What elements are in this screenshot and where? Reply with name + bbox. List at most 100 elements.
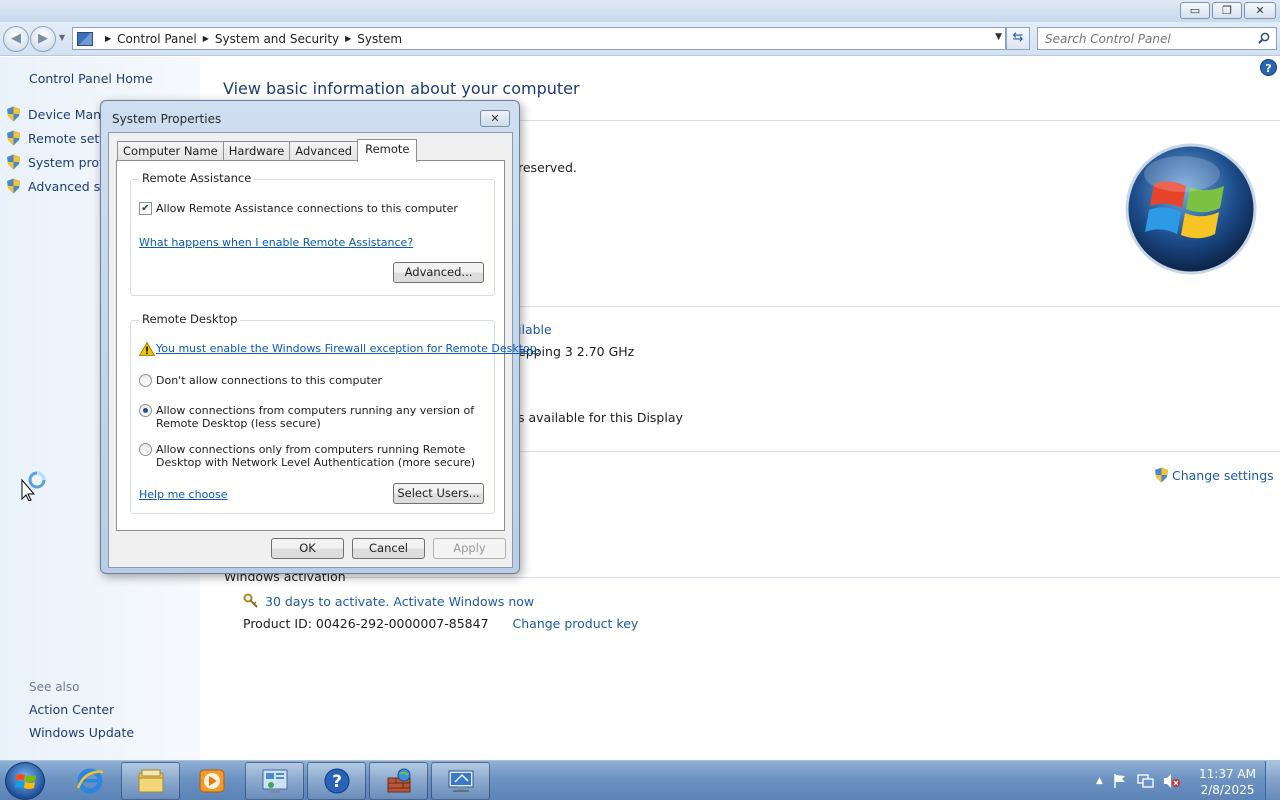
taskbar-firewall[interactable] — [369, 762, 428, 800]
advanced-button[interactable]: Advanced... — [393, 262, 484, 283]
copyright-text: reserved. — [518, 160, 577, 175]
radio-button-selected-icon[interactable] — [139, 404, 152, 417]
action-center-flag-icon[interactable] — [1112, 773, 1128, 789]
window-titlebar: ▭ ❐ ✕ — [0, 0, 1280, 22]
product-id-row: Product ID: 00426-292-0000007-85847 Chan… — [243, 616, 638, 631]
breadcrumb-system-and-security[interactable]: System and Security — [215, 32, 339, 46]
svg-text:?: ? — [332, 772, 342, 792]
search-input[interactable] — [1038, 28, 1248, 49]
remote-assistance-help-link[interactable]: What happens when I enable Remote Assist… — [139, 236, 413, 249]
breadcrumb-control-panel[interactable]: Control Panel — [117, 32, 197, 46]
warning-icon — [139, 342, 155, 356]
change-product-key-link[interactable]: Change product key — [513, 616, 639, 631]
allow-any-version-line2: Remote Desktop (less secure) — [156, 417, 321, 430]
breadcrumb-arrow-icon[interactable]: ▶ — [105, 34, 111, 43]
shield-icon — [1155, 467, 1168, 483]
page-title: View basic information about your comput… — [223, 79, 580, 98]
divider — [330, 577, 1280, 578]
remote-assistance-label: Remote Assistance — [139, 171, 255, 185]
key-icon — [243, 593, 258, 608]
tab-advanced[interactable]: Advanced — [289, 141, 359, 161]
taskbar-control-panel[interactable] — [245, 762, 304, 800]
search-icon[interactable] — [1258, 32, 1270, 44]
taskbar-help[interactable]: ? — [307, 762, 366, 800]
restore-button[interactable]: ❐ — [1212, 2, 1242, 19]
close-button[interactable]: ✕ — [1244, 2, 1276, 19]
ok-button[interactable]: OK — [271, 538, 344, 559]
breadcrumb-system[interactable]: System — [357, 32, 402, 46]
windows-update-link[interactable]: Windows Update — [29, 725, 134, 740]
allow-any-version-radio[interactable]: Allow connections from computers running… — [139, 404, 474, 430]
firewall-exception-link[interactable]: You must enable the Windows Firewall exc… — [156, 342, 540, 355]
dialog-title: System Properties — [112, 112, 222, 126]
clock-time: 11:37 AM — [1199, 767, 1256, 781]
show-desktop-button[interactable] — [1265, 761, 1280, 800]
divider — [520, 120, 1280, 121]
address-dropdown-icon[interactable]: ▼ — [995, 32, 1002, 42]
busy-cursor-icon — [21, 471, 46, 501]
allow-any-version-line1: Allow connections from computers running… — [156, 404, 475, 417]
radio-button-icon[interactable] — [139, 374, 152, 387]
taskbar-windows-explorer[interactable] — [121, 762, 180, 800]
firewall-warning-row: You must enable the Windows Firewall exc… — [139, 342, 540, 356]
help-me-choose-link[interactable]: Help me choose — [139, 488, 228, 501]
address-bar[interactable]: ▶ Control Panel ▶ System and Security ▶ … — [72, 27, 1006, 50]
allow-remote-assistance-checkbox[interactable]: ✔ Allow Remote Assistance connections to… — [139, 202, 458, 215]
help-support-icon: ? — [324, 768, 349, 794]
select-users-button[interactable]: Select Users... — [393, 483, 484, 504]
navigation-bar: ◀ ▶ ▼ ▶ Control Panel ▶ System and Secur… — [0, 22, 1280, 56]
system-clock[interactable]: 11:37 AM 2/8/2025 — [1199, 766, 1256, 798]
volume-muted-icon[interactable] — [1163, 773, 1181, 789]
tab-remote[interactable]: Remote — [357, 139, 418, 162]
activate-windows-link[interactable]: 30 days to activate. Activate Windows no… — [243, 593, 534, 609]
control-panel-icon — [77, 31, 93, 46]
forward-button[interactable]: ▶ — [30, 26, 56, 52]
see-also-heading: See also — [29, 680, 80, 694]
firewall-icon — [387, 768, 410, 793]
taskbar-internet-explorer[interactable] — [60, 762, 119, 800]
radio-button-icon[interactable] — [139, 443, 152, 456]
network-icon[interactable] — [1137, 773, 1154, 789]
refresh-button[interactable]: ⇆ — [1006, 27, 1030, 50]
minimize-button[interactable]: ▭ — [1180, 2, 1210, 19]
allow-remote-assistance-label: Allow Remote Assistance connections to t… — [156, 202, 458, 215]
dialog-body: Computer Name Hardware Advanced Remote R… — [108, 132, 540, 568]
cancel-button[interactable]: Cancel — [352, 538, 425, 559]
advanced-system-settings-link[interactable]: Advanced sys — [6, 178, 114, 194]
allow-nla-radio[interactable]: Allow connections only from computers ru… — [139, 443, 475, 469]
checkbox-checked-icon[interactable]: ✔ — [139, 202, 152, 215]
help-icon[interactable]: ? — [1260, 59, 1277, 76]
breadcrumb-arrow-icon[interactable]: ▶ — [345, 34, 351, 43]
apply-button[interactable]: Apply — [433, 538, 506, 559]
system-protection-link[interactable]: System prote — [6, 154, 112, 170]
shield-icon — [7, 106, 20, 122]
remote-desktop-icon — [448, 770, 473, 792]
taskbar-media-player[interactable] — [182, 762, 241, 800]
dialog-close-button[interactable]: ✕ — [480, 110, 510, 127]
remote-tab-panel: Remote Assistance ✔ Allow Remote Assista… — [116, 160, 540, 531]
control-panel-icon — [262, 769, 287, 793]
breadcrumb-arrow-icon[interactable]: ▶ — [203, 34, 209, 43]
tab-computer-name[interactable]: Computer Name — [117, 141, 224, 161]
divider — [520, 451, 1280, 452]
control-panel-home-link[interactable]: Control Panel Home — [29, 71, 153, 86]
taskbar-remote-desktop[interactable] — [431, 762, 490, 800]
activate-windows-label: 30 days to activate. Activate Windows no… — [265, 593, 535, 609]
action-center-link[interactable]: Action Center — [29, 702, 114, 717]
change-settings-link[interactable]: Change settings — [1154, 467, 1274, 483]
recent-pages-chevron-icon[interactable]: ▼ — [59, 33, 65, 42]
show-hidden-icons-chevron-icon[interactable]: ▲ — [1096, 776, 1103, 786]
allow-any-version-text: Allow connections from computers running… — [156, 404, 474, 430]
back-button[interactable]: ◀ — [3, 26, 29, 52]
tab-strip: Computer Name Hardware Advanced Remote — [117, 139, 418, 162]
tab-hardware[interactable]: Hardware — [222, 141, 291, 161]
dont-allow-radio[interactable]: Don't allow connections to this computer — [139, 374, 382, 387]
system-properties-dialog: System Properties ✕ Computer Name Hardwa… — [100, 100, 540, 574]
allow-nla-line2: Desktop with Network Level Authenticatio… — [156, 456, 476, 469]
start-button[interactable] — [5, 762, 45, 800]
rating-link-fragment[interactable]: ilable — [518, 322, 552, 337]
allow-nla-line1: Allow connections only from computers ru… — [156, 443, 466, 456]
search-box[interactable] — [1037, 27, 1277, 50]
divider — [520, 306, 1280, 307]
product-id-text: Product ID: 00426-292-0000007-85847 — [243, 616, 489, 631]
